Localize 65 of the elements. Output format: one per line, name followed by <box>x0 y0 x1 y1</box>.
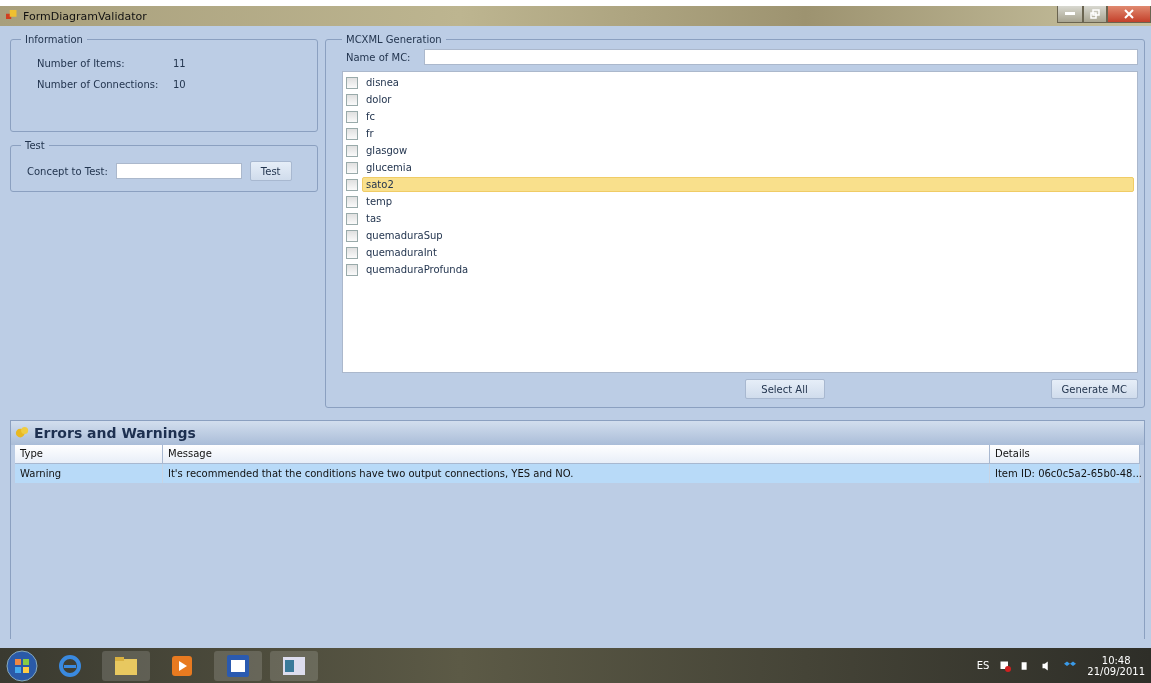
close-icon <box>1124 9 1134 19</box>
checkbox[interactable] <box>346 229 358 242</box>
close-button[interactable] <box>1107 6 1151 23</box>
name-field[interactable] <box>424 49 1138 65</box>
list-item[interactable]: quemaduraProfunda <box>362 262 1134 277</box>
clock-date: 21/09/2011 <box>1087 665 1145 677</box>
globe-icon <box>58 653 82 678</box>
info-label: Number of Items: <box>37 58 126 69</box>
generate-button[interactable]: Generate MC <box>1050 379 1138 399</box>
restore-button[interactable] <box>1083 6 1107 23</box>
taskbar-button[interactable] <box>270 650 318 681</box>
list-item[interactable]: fr <box>362 126 1134 141</box>
table-cell: Item ID: 06c0c5a2-65b0-48... <box>990 464 1140 483</box>
group-title: Information <box>24 34 84 45</box>
list-item[interactable]: sato2 <box>362 177 1134 192</box>
column-header[interactable]: Message <box>163 445 990 464</box>
list-item[interactable]: glasgow <box>362 143 1134 158</box>
checkbox[interactable] <box>346 195 358 208</box>
checkbox[interactable] <box>346 76 358 89</box>
document-icon <box>227 654 249 677</box>
list-item[interactable]: fc <box>362 109 1134 124</box>
panel-title: Errors and Warnings <box>34 425 196 441</box>
info-value: 10 <box>173 79 186 90</box>
window-title: FormDiagramValidator <box>23 9 147 23</box>
checkbox[interactable] <box>346 178 358 191</box>
taskbar-button[interactable] <box>102 650 150 681</box>
list-item[interactable]: quemaduraInt <box>362 245 1134 260</box>
table-cell: It's recommended that the conditions have two output connections, YES and NO. <box>163 464 990 483</box>
list-item[interactable]: dolor <box>362 92 1134 107</box>
checkbox[interactable] <box>346 161 358 174</box>
test-button[interactable]: Test <box>249 161 292 181</box>
window-icon <box>283 656 305 675</box>
group-title: MCXML Generation <box>345 34 443 45</box>
start-icon <box>6 649 38 682</box>
restore-icon <box>1090 9 1100 19</box>
checkbox[interactable] <box>346 144 358 157</box>
checkbox[interactable] <box>346 246 358 259</box>
field-label: Concept to Test: <box>27 165 108 177</box>
checkbox[interactable] <box>346 127 358 140</box>
column-header[interactable]: Type <box>15 445 163 464</box>
info-label: Number of Connections: <box>37 79 160 90</box>
checkbox[interactable] <box>346 212 358 225</box>
checkbox[interactable] <box>346 93 358 106</box>
field-label: Name of MC: <box>346 51 411 63</box>
taskbar-button[interactable] <box>214 650 262 681</box>
concept-field[interactable] <box>115 163 242 179</box>
play-icon <box>172 655 192 676</box>
list-item[interactable]: disnea <box>362 75 1134 90</box>
checkbox[interactable] <box>346 110 358 123</box>
app-icon <box>6 10 18 22</box>
list-item[interactable]: quemaduraSup <box>362 228 1134 243</box>
info-value: 11 <box>173 58 186 69</box>
checkbox[interactable] <box>346 263 358 276</box>
select-all-button[interactable]: Select All <box>744 379 825 399</box>
minimize-icon <box>1065 12 1075 16</box>
clock-time: 10:48 <box>1101 654 1131 666</box>
language-indicator[interactable]: ES <box>976 660 990 671</box>
minimize-button[interactable] <box>1057 6 1083 23</box>
list-item[interactable]: tas <box>362 211 1134 226</box>
list-item[interactable]: temp <box>362 194 1134 209</box>
table-cell: Warning <box>15 464 163 483</box>
column-header[interactable]: Details <box>990 445 1140 464</box>
list-item[interactable]: glucemia <box>362 160 1134 175</box>
folder-icon <box>114 655 138 676</box>
group-title: Test <box>24 140 46 151</box>
